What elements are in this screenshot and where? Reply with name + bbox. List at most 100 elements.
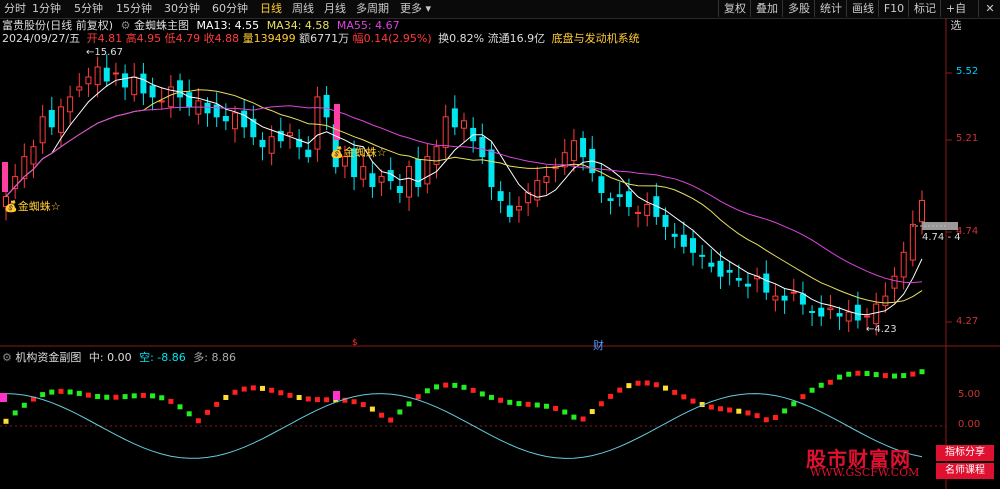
candle-body (222, 115, 229, 122)
candle-body (85, 76, 92, 85)
osc-bar (864, 371, 870, 377)
candle-body (680, 234, 687, 247)
sub-axis-5: 5.00 (958, 389, 981, 400)
sub-signal-mid (333, 391, 340, 400)
osc-bar (818, 382, 824, 388)
osc-bar (525, 401, 531, 407)
osc-bar (763, 417, 769, 423)
candle-body (122, 73, 129, 88)
candle-body (149, 85, 156, 98)
candle-body (598, 176, 605, 194)
osc-bar (571, 414, 577, 420)
osc-bar (608, 393, 614, 399)
osc-bar (351, 399, 357, 405)
candle-body (286, 132, 293, 137)
signal-candle (2, 162, 8, 192)
candle-body (488, 149, 495, 188)
osc-bar (415, 394, 421, 400)
osc-bar (754, 413, 760, 419)
candle-body (67, 96, 74, 113)
osc-bar (580, 416, 586, 422)
osc-bar (882, 373, 888, 379)
candle-body (76, 86, 83, 91)
osc-bar (479, 391, 485, 397)
price-label-1: 5.52 (956, 66, 979, 77)
candle-body (94, 66, 101, 86)
osc-bar (186, 411, 192, 417)
osc-bar (12, 410, 18, 416)
money-bag-icon: 💰 (330, 146, 344, 159)
osc-bar (562, 409, 568, 415)
dollar-mark: $ (352, 338, 358, 348)
candle-body (415, 159, 422, 188)
osc-bar (498, 397, 504, 403)
sub-axis-0: 0.00 (958, 419, 981, 430)
osc-bar (177, 404, 183, 410)
sub-zhong: 中: 0.00 (88, 351, 132, 364)
high-annotation: ←15.67 (86, 47, 124, 58)
tag-teacher-course[interactable]: 名师课程 (936, 463, 994, 479)
candle-body (433, 146, 440, 165)
signal-candle (334, 104, 340, 140)
candle-body (451, 108, 458, 128)
candle-body (268, 136, 275, 154)
osc-bar (205, 409, 211, 415)
osc-bar (892, 373, 898, 379)
candle-body (131, 76, 138, 96)
candle-body (919, 199, 925, 223)
osc-bar (40, 392, 46, 398)
candle-body (735, 277, 742, 281)
osc-bar (910, 371, 916, 377)
sub-duo: 多: 8.86 (193, 351, 236, 364)
candle-body (708, 262, 715, 267)
osc-bar (534, 402, 540, 408)
osc-bar (919, 369, 925, 375)
candle-body (818, 307, 825, 317)
osc-bar (104, 394, 110, 400)
candle-body (213, 104, 220, 118)
finance-mark[interactable]: 财 (593, 337, 604, 353)
candle-body (635, 211, 642, 214)
candle-body (900, 251, 907, 278)
candle-body (644, 203, 651, 216)
osc-bar (589, 409, 595, 415)
candle-body (378, 176, 385, 183)
candle-body (57, 106, 64, 133)
candle-body (717, 260, 724, 277)
candle-body (543, 176, 550, 183)
osc-bar (397, 409, 403, 415)
sub-gear-icon[interactable]: ⚙ (2, 351, 12, 364)
osc-bar (269, 387, 275, 393)
kline-chart[interactable] (0, 0, 1000, 489)
candle-body (103, 67, 110, 82)
candle-body (442, 116, 449, 148)
candle-body (909, 223, 916, 261)
candle-body (772, 295, 779, 301)
osc-bar (461, 384, 467, 390)
candle-body (570, 140, 577, 162)
price-label-2: 5.21 (956, 133, 979, 144)
osc-bar (617, 387, 623, 393)
osc-bar (717, 406, 723, 412)
osc-bar (232, 389, 238, 395)
osc-bar (598, 401, 604, 407)
osc-bar (635, 380, 641, 386)
osc-bar (113, 394, 119, 400)
tag-indicator-share[interactable]: 指标分享 (936, 445, 994, 461)
candle-body (891, 275, 898, 289)
osc-bar (296, 395, 302, 401)
osc-bar (626, 383, 632, 389)
candle-body (827, 307, 834, 311)
sub-chart-title[interactable]: 机构资金副图 (15, 351, 81, 364)
osc-bar (131, 393, 137, 399)
candle-body (864, 315, 871, 318)
osc-bar (873, 372, 879, 378)
osc-bar (3, 418, 9, 424)
osc-bar (250, 385, 256, 391)
osc-bar (837, 374, 843, 380)
osc-bar (653, 382, 659, 388)
osc-curve (5, 393, 923, 459)
osc-bar (140, 392, 146, 398)
osc-bar (305, 396, 311, 402)
candle-body (461, 120, 467, 129)
